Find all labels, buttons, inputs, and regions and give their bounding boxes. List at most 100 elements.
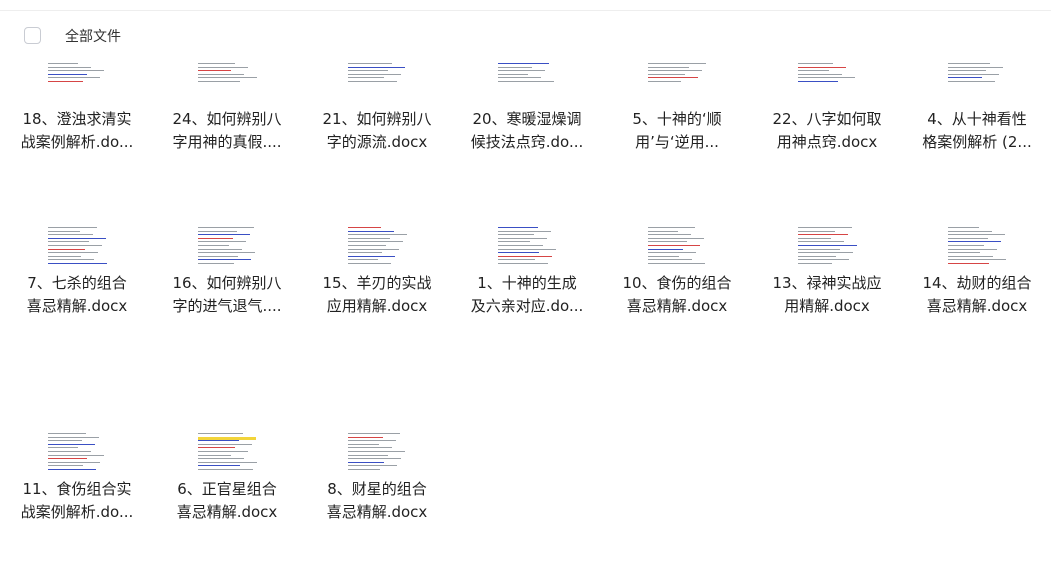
thumbnail-text-line — [948, 255, 993, 257]
file-name-line-1: 22、八字如何取 — [772, 110, 882, 128]
thumbnail-text-line — [498, 81, 554, 82]
thumbnail-text-line — [48, 259, 94, 261]
thumbnail-text-line — [348, 237, 390, 239]
thumbnail-text-line — [348, 66, 405, 68]
thumbnail-text-line — [798, 227, 852, 228]
thumbnail-text-line — [198, 227, 254, 228]
file-item[interactable]: 1、十神的生成 及六亲对应.do... — [462, 224, 592, 374]
file-name-line-1: 24、如何辨别八 — [172, 110, 282, 128]
file-name-line-1: 11、食伤组合实 — [22, 480, 132, 498]
file-item[interactable]: 15、羊刃的实战 应用精解.docx — [312, 224, 442, 374]
thumbnail-text-line — [198, 73, 244, 75]
file-name-line-2: 喜忌精解.docx — [326, 503, 428, 521]
thumbnail-text-line — [348, 77, 384, 79]
file-item[interactable]: 7、七杀的组合 喜忌精解.docx — [12, 224, 142, 374]
thumbnail-text-line — [48, 451, 91, 452]
file-name-line-2: 喜忌精解.docx — [26, 297, 128, 315]
thumbnail-text-line — [48, 436, 99, 438]
thumbnail-text-line — [498, 63, 549, 64]
thumbnail-text-line — [198, 252, 255, 254]
thumbnail-text-line — [348, 263, 391, 264]
file-item[interactable]: 16、如何辨别八 字的进气退气.... — [162, 224, 292, 374]
thumbnail-text-line — [348, 245, 386, 246]
file-item[interactable]: 13、禄神实战应 用精解.docx — [762, 224, 892, 374]
file-name: 5、十神的‘顺 用’与‘逆用... — [612, 108, 742, 154]
file-name-line-2: 用精解.docx — [784, 297, 870, 315]
thumbnail-text-line — [198, 454, 231, 456]
thumbnail-text-line — [798, 234, 848, 236]
doc-thumbnail-icon — [346, 430, 408, 472]
thumbnail-text-line — [48, 440, 82, 442]
thumbnail-text-line — [348, 433, 400, 434]
thumbnail-text-line — [48, 433, 86, 434]
thumbnail-text-line — [498, 230, 551, 232]
doc-thumbnail-icon — [646, 224, 708, 266]
thumbnail-text-line — [648, 230, 678, 232]
file-name: 7、七杀的组合 喜忌精解.docx — [12, 272, 142, 318]
doc-thumbnail-icon — [496, 60, 558, 102]
thumbnail-text-line — [498, 73, 528, 75]
thumbnail-text-line — [48, 252, 98, 254]
file-item[interactable]: 22、八字如何取 用神点窍.docx — [762, 60, 892, 210]
thumbnail-text-line — [198, 70, 231, 72]
thumbnail-text-line — [348, 241, 403, 243]
file-item[interactable]: 20、寒暖湿燥调 候技法点窍.do... — [462, 60, 592, 210]
thumbnail-text-line — [798, 259, 849, 261]
file-name-line-2: 喜忌精解.docx — [176, 503, 278, 521]
thumbnail-text-line — [198, 458, 244, 460]
thumbnail-text-line — [948, 245, 984, 246]
thumbnail-text-line — [798, 248, 840, 250]
file-name-line-1: 16、如何辨别八 — [172, 274, 282, 292]
thumbnail-text-line — [498, 263, 548, 264]
file-item[interactable]: 14、劫财的组合 喜忌精解.docx — [912, 224, 1042, 374]
file-name-line-2: 战案例解析.do... — [20, 133, 134, 151]
thumbnail-text-line — [498, 66, 532, 68]
thumbnail-text-line — [648, 241, 687, 243]
thumbnail-text-line — [348, 461, 384, 463]
thumbnail-text-line — [48, 241, 89, 243]
file-item[interactable]: 6、正官星组合 喜忌精解.docx — [162, 430, 292, 576]
doc-thumbnail-icon — [346, 224, 408, 266]
thumbnail-text-line — [648, 263, 705, 264]
thumbnail-text-line — [48, 461, 100, 463]
doc-thumbnail-icon — [496, 224, 558, 266]
file-item[interactable]: 21、如何辨别八 字的源流.docx — [312, 60, 442, 210]
file-item[interactable]: 8、财星的组合 喜忌精解.docx — [312, 430, 442, 576]
file-item[interactable]: 11、食伤组合实 战案例解析.do... — [12, 430, 142, 576]
thumbnail-text-line — [48, 234, 93, 236]
thumbnail-text-line — [648, 70, 702, 72]
file-item[interactable]: 5、十神的‘顺 用’与‘逆用... — [612, 60, 742, 210]
thumbnail-text-line — [648, 252, 696, 254]
thumbnail-text-line — [348, 234, 407, 236]
file-item[interactable]: 24、如何辨别八 字用神的真假.... — [162, 60, 292, 210]
thumbnail-text-line — [348, 451, 405, 452]
thumbnail-text-line — [348, 81, 397, 82]
file-name-line-1: 13、禄神实战应 — [772, 274, 882, 292]
file-name-line-1: 7、七杀的组合 — [27, 274, 127, 292]
thumbnail-text-line — [798, 263, 832, 264]
thumbnail-text-line — [798, 70, 829, 72]
thumbnail-text-line — [198, 433, 243, 434]
file-name-line-2: 格案例解析 (2... — [922, 133, 1032, 151]
thumbnail-text-line — [48, 63, 78, 64]
doc-thumbnail-icon — [46, 60, 108, 102]
thumbnail-text-line — [48, 447, 78, 449]
doc-thumbnail-icon — [796, 224, 858, 266]
thumbnail-text-line — [198, 443, 252, 445]
file-name: 22、八字如何取 用神点窍.docx — [762, 108, 892, 154]
thumbnail-text-line — [348, 252, 382, 254]
select-all-checkbox[interactable] — [24, 27, 41, 44]
thumbnail-text-line — [48, 73, 87, 75]
thumbnail-text-line — [498, 70, 545, 72]
file-item[interactable]: 18、澄浊求清实 战案例解析.do... — [12, 60, 142, 210]
file-list-header: 全部文件 — [0, 10, 1051, 60]
thumbnail-text-line — [198, 461, 257, 463]
file-item[interactable]: 4、从十神看性 格案例解析 (2... — [912, 60, 1042, 210]
file-name: 14、劫财的组合 喜忌精解.docx — [912, 272, 1042, 318]
thumbnail-text-line — [798, 73, 842, 75]
thumbnail-text-line — [948, 241, 1001, 243]
file-item[interactable]: 10、食伤的组合 喜忌精解.docx — [612, 224, 742, 374]
thumbnail-text-line — [648, 248, 683, 250]
thumbnail-text-line — [48, 227, 97, 228]
thumbnail-text-line — [498, 237, 547, 239]
